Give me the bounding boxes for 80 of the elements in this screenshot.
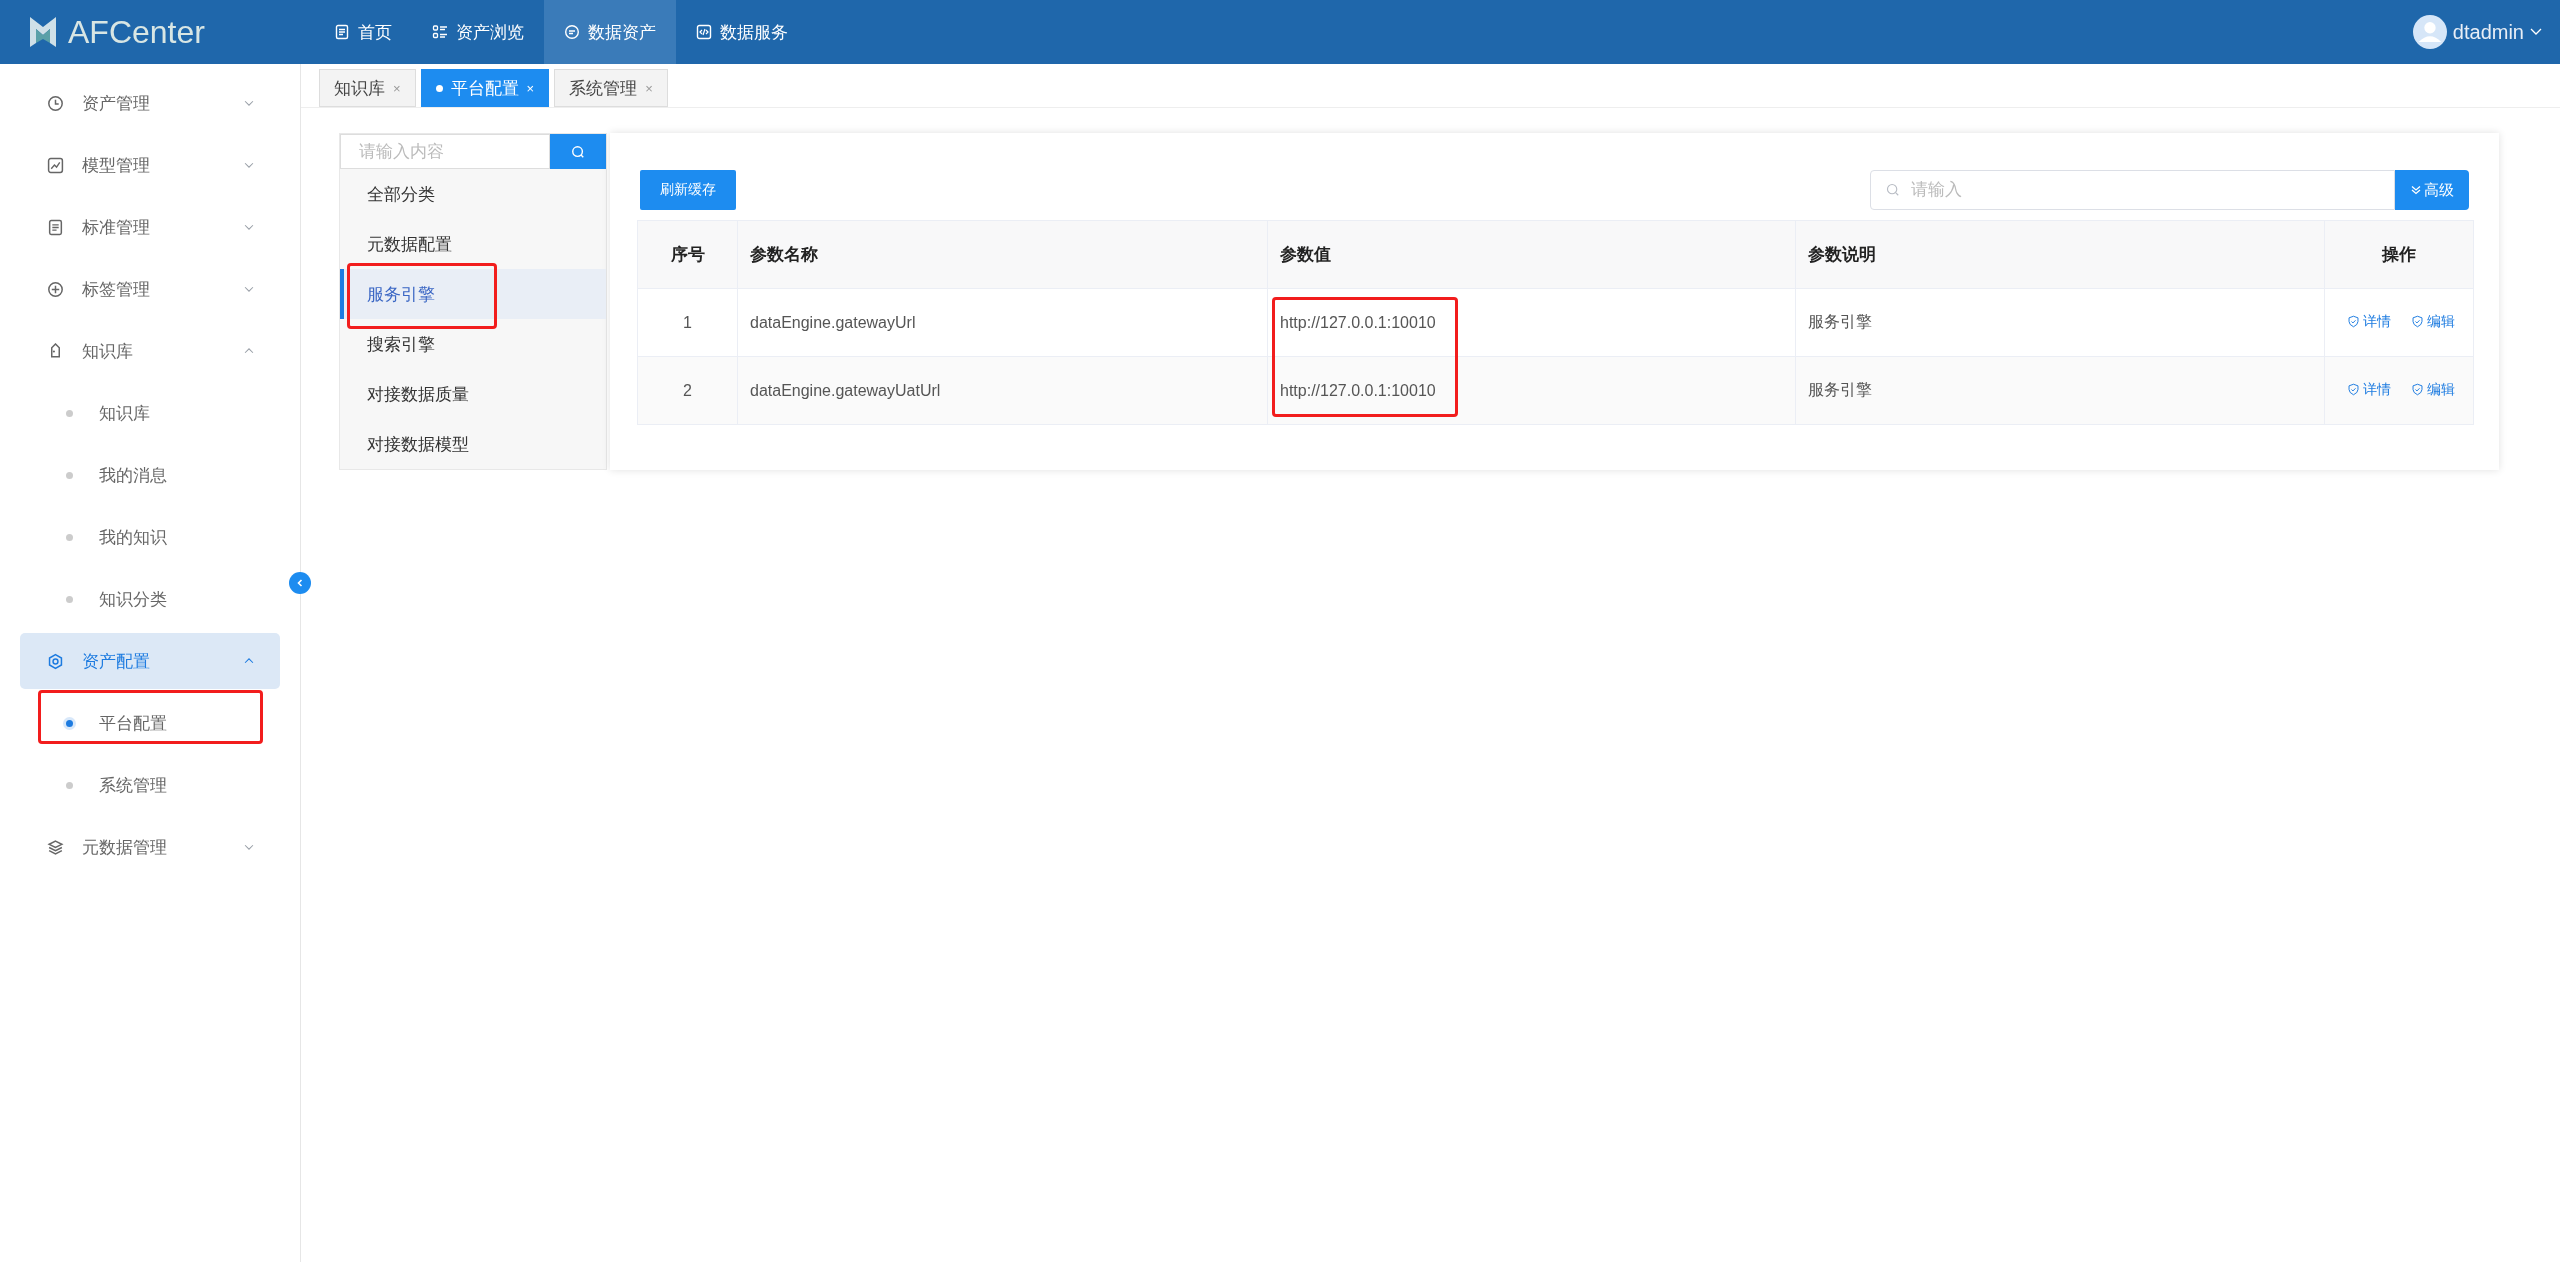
column-header: 操作 [2324,220,2474,289]
category-item[interactable]: 元数据配置 [340,219,606,269]
collapse-button[interactable] [289,572,311,594]
shield-check-icon [2347,315,2360,329]
submenu-item[interactable]: 我的知识 [20,506,280,568]
submenu-item[interactable]: 我的消息 [20,444,280,506]
avatar-icon [2412,15,2447,49]
tab[interactable]: 平台配置 × [420,69,550,107]
category-search-field[interactable]: 请输入内容 [340,134,550,169]
table-cell: 服务引擎 [1795,288,2325,357]
action-link[interactable]: 编辑 [2411,380,2455,399]
close-icon[interactable]: × [526,80,535,96]
table-cell: dataEngine.gatewayUrl [737,288,1268,357]
nav-item[interactable]: 数据服务 [676,0,808,64]
column-header: 参数说明 [1795,220,2325,289]
table-cell: http://127.0.0.1:10010 [1267,288,1796,357]
shield-check-icon [2411,315,2424,329]
submenu-item[interactable]: 平台配置 [20,692,280,754]
advanced-button[interactable]: 高级 [2395,170,2469,210]
search-icon [1886,183,1900,197]
clock-icon [47,94,64,112]
nav-item[interactable]: 数据资产 [544,0,676,64]
table-cell: 服务引擎 [1795,356,2325,425]
column-header: 参数名称 [737,220,1268,289]
category-item[interactable]: 全部分类 [340,169,606,219]
search-button[interactable] [550,134,606,169]
category-item[interactable]: 对接数据质量 [340,369,606,419]
sidebar-item[interactable]: 资产管理 [20,75,280,131]
list-icon [432,24,448,40]
table-cell: http://127.0.0.1:10010 [1267,356,1796,425]
table-cell: 2 [637,356,738,425]
refresh-cache-button[interactable]: 刷新缓存 [640,170,736,210]
sidebar-item[interactable]: 元数据管理 [20,819,280,875]
document-icon [47,218,64,236]
nav-item[interactable]: 资产浏览 [412,0,544,64]
line-chart-icon [47,156,64,174]
search-field[interactable]: 请输入 [1870,170,2395,210]
action-link[interactable]: 编辑 [2411,312,2455,331]
sidebar-item[interactable]: 标准管理 [20,199,280,255]
logo-text: AFCenter [68,13,205,51]
bullet-icon [66,595,73,603]
chevron-left-icon [295,578,305,588]
shield-check-icon [2411,383,2424,397]
document-icon [334,24,350,40]
layers-icon [47,838,64,856]
sidebar-item[interactable]: 模型管理 [20,137,280,193]
column-header: 参数值 [1267,220,1796,289]
sidebar-item[interactable]: 知识库 [20,323,280,379]
submenu-item[interactable]: 知识库 [20,382,280,444]
nav-item[interactable]: 首页 [314,0,412,64]
bullet-icon [66,471,73,479]
tab[interactable]: 知识库 × [319,69,416,107]
logo-icon [28,15,58,49]
table-cell: dataEngine.gatewayUatUrl [737,356,1268,425]
search-icon [571,144,585,159]
user-menu[interactable]: dtadmin [2412,15,2542,49]
table-cell: 1 [637,288,738,357]
plus-circle-icon [47,280,64,298]
column-header: 序号 [637,220,738,289]
bullet-icon [66,781,73,789]
category-item[interactable]: 服务引擎 [340,269,606,319]
shield-check-icon [2347,383,2360,397]
bullet-icon [66,409,73,417]
chevron-down-icon [2530,28,2542,36]
tab[interactable]: 系统管理 × [554,69,668,107]
bullet-icon [66,719,73,727]
sidebar-item[interactable]: 标签管理 [20,261,280,317]
chat-icon [564,24,580,40]
dot-icon [435,84,443,92]
bullet-icon [66,533,73,541]
code-icon [696,24,712,40]
hexagon-icon [47,652,64,670]
double-chevron-icon [2410,185,2421,195]
sidebar-item[interactable]: 资产配置 [20,633,280,689]
action-link[interactable]: 详情 [2347,380,2391,399]
action-link[interactable]: 详情 [2347,312,2391,331]
submenu-item[interactable]: 知识分类 [20,568,280,630]
submenu-item[interactable]: 系统管理 [20,754,280,816]
category-item[interactable]: 对接数据模型 [340,419,606,469]
category-item[interactable]: 搜索引擎 [340,319,606,369]
